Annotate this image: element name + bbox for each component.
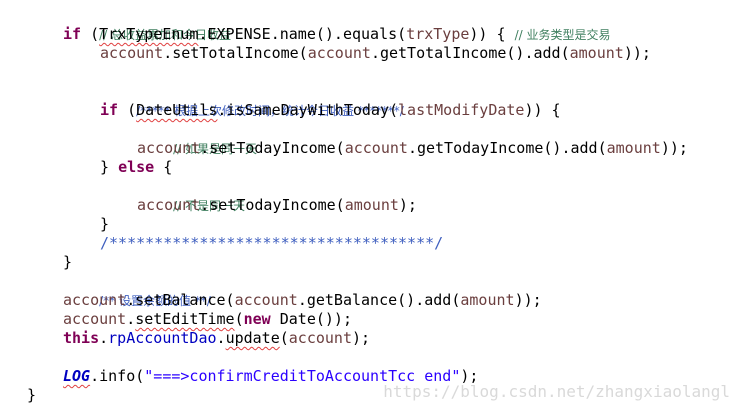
parameter: amount <box>569 44 624 62</box>
code-line-8: account.setTodayIncome(account.getTodayI… <box>137 139 688 158</box>
variable: account <box>137 196 201 214</box>
variable: account <box>307 44 371 62</box>
code-line-5: /***** 根据上次修改时间，统计今日收益 *******/ <box>100 82 404 118</box>
variable: account <box>344 139 408 157</box>
code-token: )) { <box>524 101 561 119</box>
code-line-12: } <box>100 215 109 234</box>
code-token: )) { <box>469 25 506 43</box>
code-line-10: // 不是同一天 <box>137 177 245 213</box>
code-token: .EXPENSE.name().equals( <box>198 25 407 43</box>
variable: account <box>234 291 298 309</box>
code-token: . <box>99 329 109 347</box>
code-token: .info( <box>90 367 145 385</box>
code-token: )); <box>660 139 688 157</box>
variable: account <box>63 310 127 328</box>
code-token: } <box>100 158 119 176</box>
code-line-3: account.setTotalIncome(account.getTotalI… <box>100 44 651 63</box>
code-token: .getTodayIncome().add( <box>407 139 607 157</box>
code-token: .isSameDayWithToday( <box>217 101 399 119</box>
code-token: ); <box>398 196 417 214</box>
method-name: update <box>225 329 280 347</box>
code-token: ( <box>81 25 100 43</box>
code-token: .setBalance( <box>126 291 235 309</box>
code-token: .setTodayIncome( <box>200 196 345 214</box>
parameter: lastModifyDate <box>398 101 525 119</box>
keyword: if <box>63 25 82 43</box>
parameter: amount <box>344 196 399 214</box>
code-token: } <box>27 386 37 404</box>
code-token: ); <box>352 329 371 347</box>
code-token: .setTodayIncome( <box>200 139 345 157</box>
code-line-1: // 总收益累加和今日收益 <box>63 6 231 42</box>
code-line-21: } <box>27 386 36 405</box>
code-token: )); <box>623 44 651 62</box>
code-line-13: /************************************/ <box>100 234 443 253</box>
code-token: ( <box>118 101 137 119</box>
variable: account <box>288 329 352 347</box>
variable: account <box>137 139 201 157</box>
variable: account <box>63 291 127 309</box>
comment: // 业务类型是交易 <box>514 28 611 42</box>
keyword: if <box>100 101 119 119</box>
code-token: ( <box>234 310 244 328</box>
watermark: https://blog.csdn.net/zhangxiaolangl <box>383 382 730 401</box>
parameter: trxType <box>406 25 470 43</box>
code-line-14: } <box>63 253 72 272</box>
variable: account <box>100 44 164 62</box>
code-token: . <box>126 310 136 328</box>
code-token: .getBalance().add( <box>297 291 461 309</box>
block-comment: /************************************/ <box>100 234 444 252</box>
keyword: else <box>118 158 155 176</box>
field: rpAccountDao <box>108 329 217 347</box>
class-name: DateUtils <box>136 101 218 119</box>
code-line-16: account.setBalance(account.getBalance().… <box>63 291 542 310</box>
code-token: { <box>154 158 173 176</box>
code-token: } <box>100 215 110 233</box>
code-token: . <box>216 329 226 347</box>
keyword: new <box>243 310 271 328</box>
code-line-6: if (DateUtils.isSameDayWithToday(lastMod… <box>100 101 561 120</box>
code-token: .setTotalIncome( <box>163 44 308 62</box>
code-token: )); <box>514 291 542 309</box>
code-editor[interactable]: // 总收益累加和今日收益 if (TrxTypeEnum.EXPENSE.na… <box>0 0 742 409</box>
code-token: Date()); <box>270 310 352 328</box>
code-token: .getTotalIncome().add( <box>370 44 570 62</box>
code-line-2: if (TrxTypeEnum.EXPENSE.name().equals(tr… <box>63 25 610 44</box>
code-line-7: // 如果是同一天 <box>137 120 257 156</box>
class-name: TrxTypeEnum <box>99 25 199 43</box>
code-line-9: } else { <box>100 158 172 177</box>
code-token: } <box>63 253 73 271</box>
code-line-18: this.rpAccountDao.update(account); <box>63 329 370 348</box>
code-line-15: /** 设置余额的值 **/ <box>63 272 211 308</box>
code-token: ( <box>279 329 289 347</box>
parameter: amount <box>460 291 515 309</box>
method-name: setEditTime <box>135 310 235 328</box>
keyword: this <box>63 329 100 347</box>
constant: LOG <box>63 367 91 385</box>
parameter: amount <box>606 139 661 157</box>
code-line-11: account.setTodayIncome(amount); <box>137 196 417 215</box>
code-line-17: account.setEditTime(new Date()); <box>63 310 352 329</box>
